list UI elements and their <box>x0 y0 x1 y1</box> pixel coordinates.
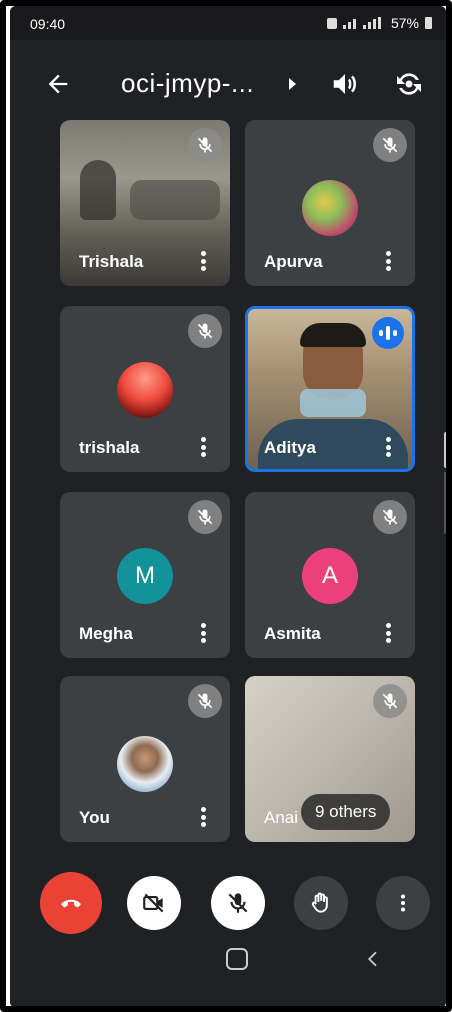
muted-mic-icon <box>373 500 407 534</box>
end-call-button[interactable] <box>40 872 102 934</box>
home-nav-icon[interactable] <box>226 948 248 970</box>
muted-mic-icon <box>373 128 407 162</box>
video-hair <box>300 323 366 347</box>
others-count-chip[interactable]: 9 others <box>301 794 391 830</box>
scrollbar-thumb[interactable] <box>444 432 446 468</box>
more-options-icon[interactable] <box>379 620 397 646</box>
camera-toggle-button[interactable] <box>127 876 181 930</box>
participant-avatar: M <box>117 548 173 604</box>
participant-tile-self[interactable]: You <box>60 676 230 842</box>
hang-up-icon <box>61 899 81 908</box>
participant-avatar <box>302 180 358 236</box>
microphone-toggle-button[interactable] <box>211 876 265 930</box>
phone-screen: 09:40 57% oci-jmyp-... Trishala Apurva t… <box>10 6 446 1008</box>
muted-mic-icon <box>188 500 222 534</box>
participant-avatar: A <box>302 548 358 604</box>
more-options-icon[interactable] <box>379 434 397 460</box>
participant-name: Aditya <box>264 438 316 457</box>
participant-name: Asmita <box>264 624 321 643</box>
raise-hand-button[interactable] <box>294 876 348 930</box>
signal-icon <box>342 17 385 29</box>
more-options-icon[interactable] <box>379 248 397 274</box>
mic-off-icon <box>228 893 248 913</box>
participant-tile-overflow[interactable]: Anai 9 others <box>245 676 415 842</box>
participant-tile[interactable]: Trishala <box>60 120 230 286</box>
video-figure <box>130 180 220 220</box>
call-header: oci-jmyp-... <box>10 56 446 112</box>
battery-icon <box>425 17 432 29</box>
notification-icon <box>326 17 337 29</box>
more-vert-icon <box>400 894 406 912</box>
participant-tile[interactable]: M Megha <box>60 492 230 658</box>
video-mask <box>300 389 366 417</box>
speaking-indicator-icon <box>372 317 404 349</box>
participant-name: Trishala <box>79 252 144 271</box>
muted-mic-icon <box>188 128 222 162</box>
camera-off-icon <box>143 893 164 913</box>
muted-mic-icon <box>188 684 222 718</box>
meeting-title[interactable]: oci-jmyp-... <box>121 68 254 99</box>
participant-tile[interactable]: Apurva <box>245 120 415 286</box>
status-bar: 09:40 57% <box>10 6 446 40</box>
video-figure <box>80 160 116 220</box>
expand-caret-icon[interactable] <box>289 78 296 90</box>
participant-name: Megha <box>79 624 133 643</box>
participant-tile[interactable]: trishala <box>60 306 230 472</box>
more-options-icon[interactable] <box>194 620 212 646</box>
participant-tile[interactable]: A Asmita <box>245 492 415 658</box>
muted-mic-icon <box>188 314 222 348</box>
more-options-icon[interactable] <box>194 804 212 830</box>
participant-name: You <box>79 808 110 827</box>
hand-icon <box>311 892 328 913</box>
participant-avatar <box>117 736 173 792</box>
participant-name: Apurva <box>264 252 323 271</box>
more-options-icon[interactable] <box>194 248 212 274</box>
more-options-button[interactable] <box>376 876 430 930</box>
scrollbar-track <box>444 472 446 534</box>
speaker-icon[interactable] <box>330 69 360 99</box>
participant-name: Anai <box>264 808 299 827</box>
flip-camera-icon[interactable] <box>393 68 425 100</box>
back-arrow-icon[interactable] <box>44 70 72 98</box>
muted-mic-icon <box>373 684 407 718</box>
status-icons: 57% <box>326 15 432 31</box>
participant-name: trishala <box>79 438 140 457</box>
back-nav-icon[interactable] <box>364 950 382 968</box>
participant-tile-active-speaker[interactable]: Aditya <box>245 306 415 472</box>
more-options-icon[interactable] <box>194 434 212 460</box>
participant-avatar <box>117 362 173 418</box>
battery-level: 57% <box>390 15 419 31</box>
status-time: 09:40 <box>30 16 66 32</box>
